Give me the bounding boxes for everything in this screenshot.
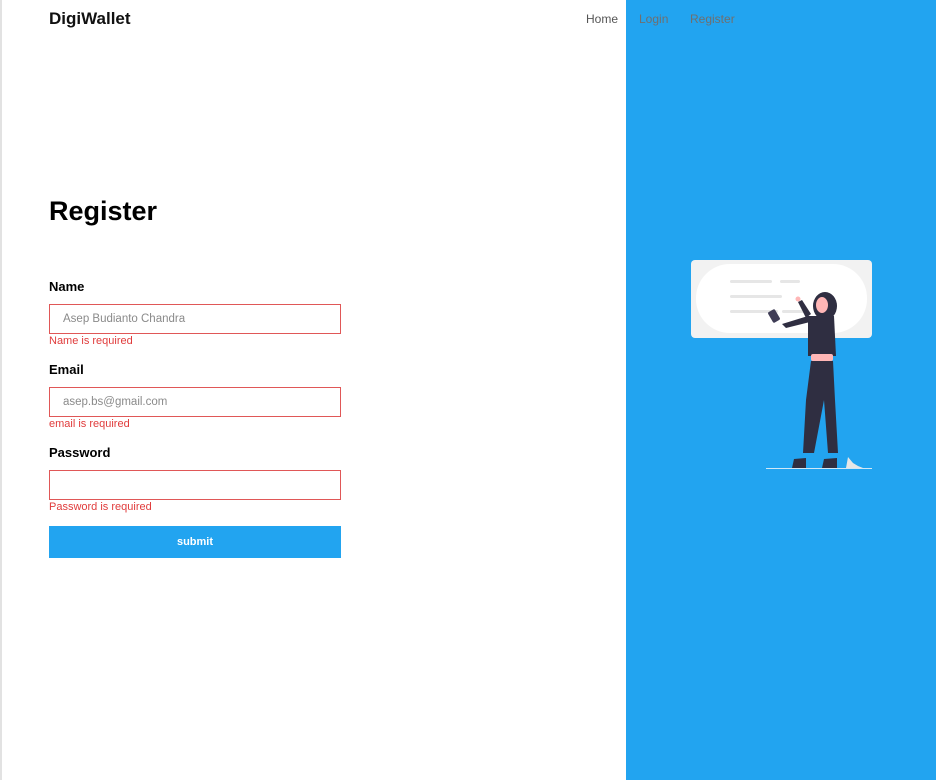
name-error: Name is required (49, 335, 133, 347)
email-label: Email (49, 362, 84, 377)
password-error: Password is required (49, 501, 152, 513)
nav-link-register[interactable]: Register (690, 12, 735, 26)
plant-icon (846, 457, 863, 468)
name-input[interactable] (49, 304, 341, 334)
nav-link-home[interactable]: Home (586, 12, 618, 26)
page-title: Register (49, 196, 158, 226)
board-line (782, 310, 804, 313)
board-line (730, 280, 772, 283)
email-input[interactable] (49, 387, 341, 417)
nav-link-login[interactable]: Login (639, 12, 668, 26)
woman-with-phone-illustration (691, 260, 872, 469)
name-label: Name (49, 279, 85, 294)
board-inner (696, 264, 867, 333)
password-label: Password (49, 445, 111, 460)
woman-figure (768, 292, 838, 468)
brand-logo[interactable]: DigiWallet (49, 9, 131, 29)
navbar: DigiWallet Home Login Register (0, 0, 936, 38)
email-error: email is required (49, 418, 130, 430)
board-line (730, 295, 782, 298)
page-left-border (0, 0, 2, 780)
submit-button[interactable]: submit (49, 526, 341, 558)
ground-line (766, 468, 872, 469)
board-line (780, 280, 800, 283)
password-input[interactable] (49, 470, 341, 500)
